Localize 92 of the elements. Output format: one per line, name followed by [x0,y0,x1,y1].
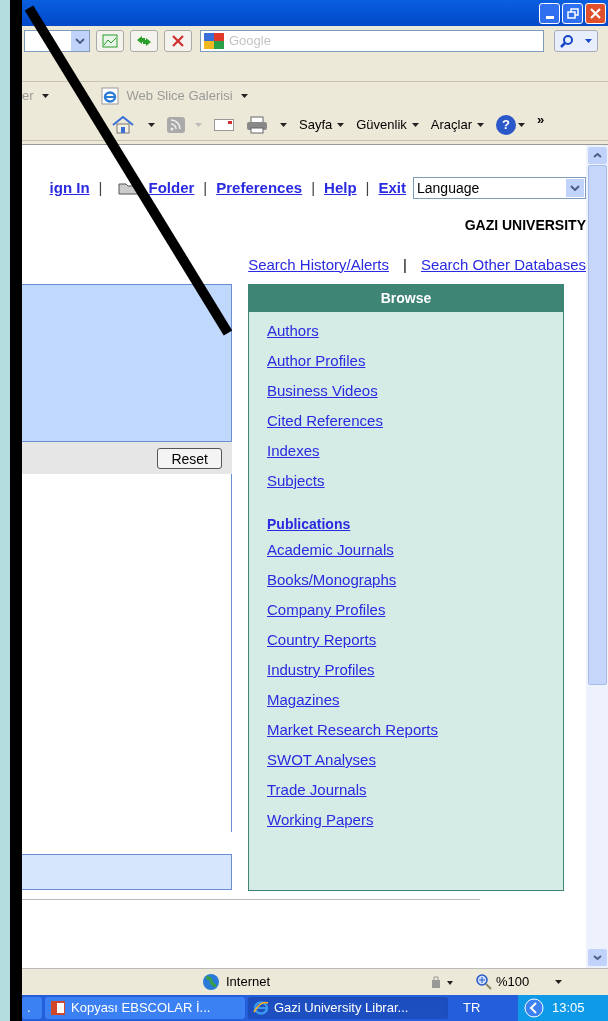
dropdown-icon [570,185,580,192]
search-button[interactable] [554,30,598,52]
dropdown-icon [148,123,155,127]
separator: | [311,178,316,198]
globe-icon [202,973,220,991]
dropdown-icon [75,38,85,44]
browser-icon [253,1000,269,1016]
browse-link[interactable]: Magazines [267,685,340,715]
dropdown-icon [337,123,345,127]
stop-button[interactable] [164,30,192,52]
search-link[interactable]: Search Other Databases [420,253,586,276]
header-link[interactable]: Folder [148,177,195,200]
separator: | [403,254,407,275]
refresh-button[interactable] [130,30,158,52]
browse-link[interactable]: Indexes [267,436,320,466]
folder-icon [117,181,140,196]
taskbar-button[interactable]: . [22,997,42,1019]
browse-link[interactable]: Books/Monographs [267,565,397,595]
dropdown-icon [584,39,592,43]
dropdown-icon [477,123,484,127]
refresh-icon [135,35,153,47]
home-button[interactable] [112,116,155,134]
presentation-icon [50,1000,66,1016]
zoom-button[interactable]: %100 [476,972,563,992]
browse-link[interactable]: Business Videos [267,376,378,406]
browse-link[interactable]: SWOT Analyses [267,745,376,775]
zone-label: Internet [226,973,271,992]
dropdown-icon [240,94,248,98]
browse-heading[interactable]: Publications [267,514,351,535]
close-button[interactable] [585,2,606,24]
taskbar-button[interactable]: Gazi University Librar... [248,997,448,1019]
browse-link[interactable]: Trade Journals [267,775,367,805]
search-input[interactable]: Google [229,31,529,51]
header-link[interactable]: Preferences [216,177,303,200]
zoom-icon [476,974,492,990]
dropdown-icon [411,123,419,127]
scroll-up-button[interactable] [587,147,607,164]
menu-button[interactable]: Sayfa [299,115,345,135]
separator: | [365,178,370,198]
separator: | [98,178,103,198]
feed-icon [167,117,185,133]
taskbar-button[interactable]: Kopyası EBSCOLAR İ... [45,997,245,1019]
header-link[interactable]: ign In [49,177,90,200]
more-button[interactable]: » [537,110,545,130]
dropdown-icon [555,980,563,984]
browse-link[interactable]: Author Profiles [267,346,366,376]
menu-button[interactable]: Güvenlik [356,115,419,135]
printer-icon [246,116,268,134]
browse-header: Browse [249,285,563,312]
stop-icon [172,35,184,47]
browse-link[interactable]: Country Reports [267,625,377,655]
browse-link[interactable]: Academic Journals [267,535,394,565]
scrollbar[interactable] [586,145,608,968]
minimize-button[interactable] [539,2,560,24]
clock: 13:05 [552,999,585,1018]
mail-icon[interactable] [214,119,234,131]
browse-link[interactable]: Authors [267,316,319,346]
print-button[interactable] [246,116,287,134]
institution-name: GAZI UNIVERSITY [464,215,586,235]
header-link[interactable]: Help [324,177,357,200]
browse-link[interactable]: Cited References [267,406,383,436]
help-icon: ? [496,115,516,135]
scroll-thumb[interactable] [587,165,607,685]
compatibility-button[interactable] [96,30,124,52]
help-button[interactable]: ? [496,115,525,135]
language-indicator[interactable]: TR [463,998,481,1018]
search-field[interactable]: Google [200,30,544,52]
chevron-icon[interactable] [524,998,544,1018]
restore-button[interactable] [562,2,583,24]
picture-icon [102,34,118,48]
browse-link[interactable]: Subjects [267,466,325,496]
header-link[interactable]: Exit [378,177,406,200]
separator: | [203,178,208,198]
close-icon [590,7,601,19]
menu-button[interactable]: Araçlar [430,115,484,135]
search-link[interactable]: Search History/Alerts [248,253,389,276]
search-icon [560,34,575,48]
browse-link[interactable]: Market Research Reports [267,715,438,745]
home-icon [112,116,134,134]
restore-icon [566,7,579,19]
dropdown-icon [195,123,202,127]
scroll-down-button[interactable] [587,949,607,966]
browse-link[interactable]: Industry Profiles [267,655,375,685]
dropdown-icon [518,123,525,127]
web-slice-icon [100,87,119,105]
browse-link[interactable]: Working Papers [267,805,374,835]
browse-link[interactable]: Company Profiles [267,595,386,625]
language-select[interactable]: Language [413,177,586,200]
dropdown-icon [41,94,49,98]
search-provider-icon [203,32,225,50]
reset-button[interactable]: Reset [157,447,222,469]
dropdown-icon [280,123,287,127]
